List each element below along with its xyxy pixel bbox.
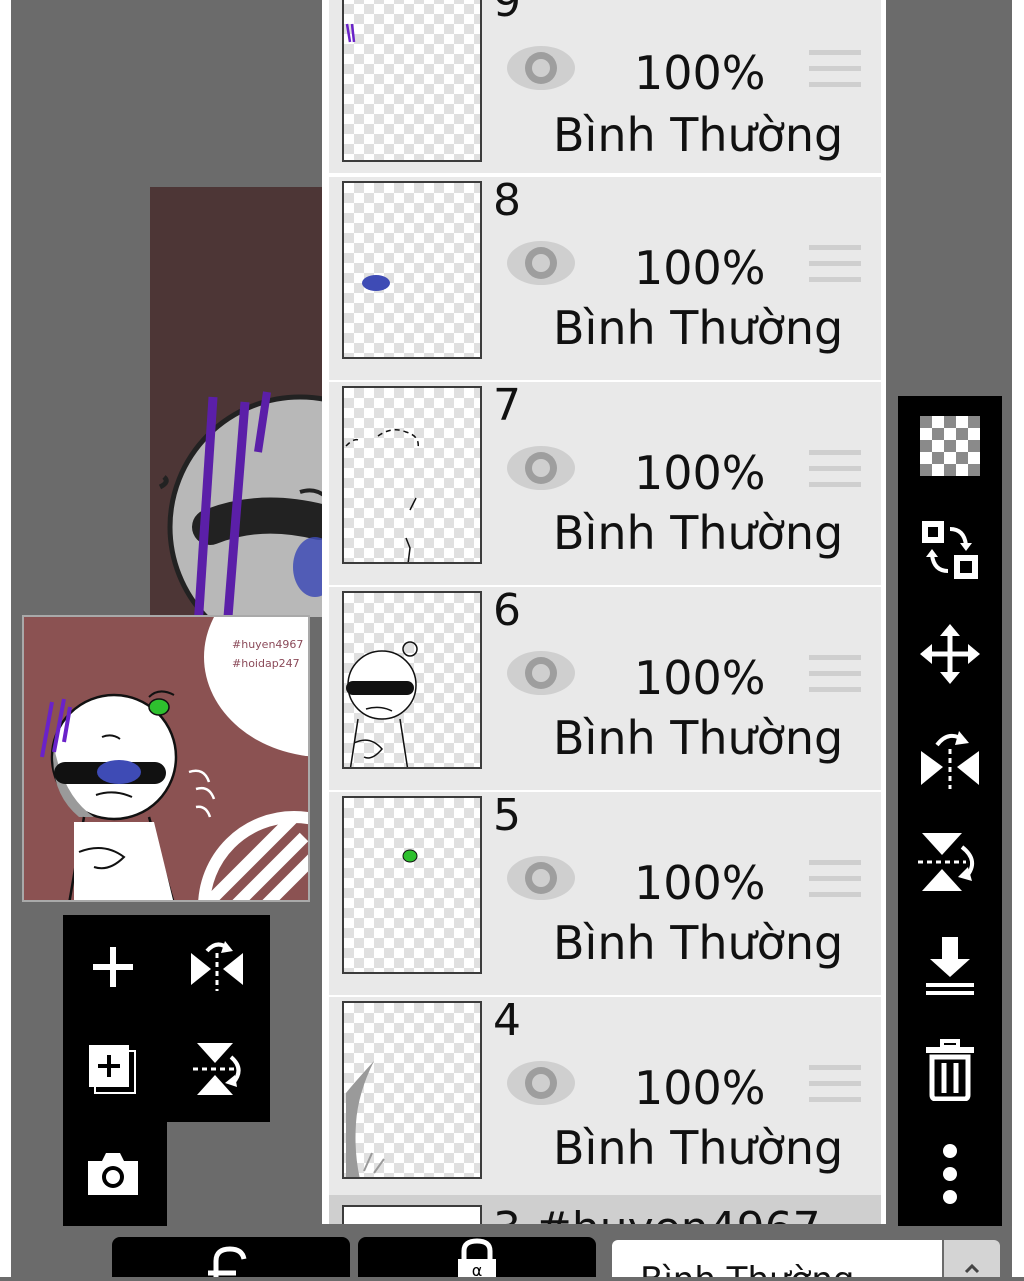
- layer-4-content: [346, 1061, 385, 1177]
- layer-thumbnail-9[interactable]: [342, 0, 482, 162]
- flip-layer-vertical-button[interactable]: [187, 1039, 247, 1099]
- preview-tag-1: #huyen4967: [232, 638, 304, 651]
- delete-layer-button[interactable]: [916, 1036, 984, 1104]
- layer-row-3-partial[interactable]: 3 #huyen4967: [329, 1195, 881, 1224]
- layer-blend-mode[interactable]: Bình Thường: [553, 920, 843, 966]
- layer-8-content: [362, 275, 390, 291]
- layer-blend-mode[interactable]: Bình Thường: [553, 510, 843, 556]
- screen-edge-right: [1012, 0, 1024, 1277]
- transparency-button[interactable]: [916, 412, 984, 480]
- drag-handle-icon[interactable]: [809, 1063, 861, 1105]
- blend-mode-select[interactable]: Bình Thường: [612, 1240, 942, 1277]
- layer-thumbnail-5[interactable]: [342, 796, 482, 974]
- flip-horizontal-button[interactable]: [916, 724, 984, 792]
- layer-row-5[interactable]: 5 100% Bình Thường: [329, 792, 881, 995]
- layer-actions-toolbar: [63, 915, 270, 1122]
- flip-layer-horizontal-button[interactable]: [187, 937, 247, 997]
- layer-number: 8: [493, 175, 521, 226]
- add-layer-button[interactable]: [83, 937, 143, 997]
- camera-icon: [88, 1153, 138, 1195]
- clipping-icon: [208, 1246, 247, 1277]
- reference-preview[interactable]: #huyen4967 #hoidap247: [22, 615, 310, 902]
- flip-vertical-button[interactable]: [916, 828, 984, 896]
- screen-edge-left: [0, 0, 11, 1277]
- eye-icon[interactable]: [505, 649, 577, 697]
- layer-3-label: 3 #huyen4967: [493, 1207, 821, 1225]
- swap-layer-icon: [922, 521, 978, 579]
- blend-mode-value: Bình Thường: [640, 1260, 854, 1277]
- layer-opacity[interactable]: 100%: [634, 860, 766, 906]
- blend-mode-dropdown-button[interactable]: [944, 1240, 1000, 1277]
- plus-icon: [93, 947, 133, 987]
- flip-horizontal-icon: [191, 941, 243, 991]
- eye-icon[interactable]: [505, 44, 577, 92]
- merge-down-icon: [926, 937, 974, 995]
- layer-thumbnail-3[interactable]: [342, 1205, 482, 1224]
- layer-row-7[interactable]: 7 100% Bình Thường: [329, 382, 881, 585]
- more-icon: [943, 1144, 957, 1204]
- drag-handle-icon[interactable]: [809, 653, 861, 695]
- layer-thumbnail-4[interactable]: [342, 1001, 482, 1179]
- drag-handle-icon[interactable]: [809, 243, 861, 285]
- swap-layer-button[interactable]: [916, 516, 984, 584]
- clipping-button[interactable]: [112, 1237, 350, 1277]
- canvas-artwork[interactable]: [150, 187, 326, 617]
- flip-vertical-icon: [918, 833, 974, 891]
- layer-number: 6: [493, 585, 521, 636]
- layer-opacity[interactable]: 100%: [634, 245, 766, 291]
- flip-horizontal-icon: [921, 731, 979, 789]
- layer-row-8[interactable]: 8 100% Bình Thường: [329, 177, 881, 380]
- layer-tools-toolbar: [898, 396, 1002, 1226]
- layer-opacity[interactable]: 100%: [634, 450, 766, 496]
- lock-icon: α: [458, 1238, 496, 1280]
- layer-9-content: [345, 23, 356, 43]
- layer-blend-mode[interactable]: Bình Thường: [553, 1125, 843, 1171]
- drag-handle-icon[interactable]: [809, 48, 861, 90]
- layer-opacity[interactable]: 100%: [634, 655, 766, 701]
- layer-number: 7: [493, 380, 521, 431]
- merge-down-button[interactable]: [916, 932, 984, 1000]
- duplicate-layer-icon: [89, 1045, 136, 1094]
- import-photo-button[interactable]: [83, 1144, 143, 1204]
- layer-row-4[interactable]: 4 100% Bình Thường: [329, 997, 881, 1200]
- layer-number: 9: [493, 0, 521, 27]
- layer-row-9[interactable]: 9 100% Bình Thường: [329, 0, 881, 173]
- layer-opacity[interactable]: 100%: [634, 50, 766, 96]
- trash-icon: [926, 1039, 974, 1101]
- lock-alpha-button[interactable]: α: [358, 1237, 596, 1280]
- move-icon: [920, 624, 980, 684]
- eye-icon[interactable]: [505, 239, 577, 287]
- chevron-down-icon: [964, 1263, 980, 1274]
- layer-6-content: [346, 641, 418, 767]
- layer-number: 4: [493, 995, 521, 1046]
- layer-5-content: [402, 849, 418, 863]
- layer-blend-mode[interactable]: Bình Thường: [553, 715, 843, 761]
- layer-opacity[interactable]: 100%: [634, 1065, 766, 1111]
- move-button[interactable]: [916, 620, 984, 688]
- flip-vertical-icon: [193, 1043, 241, 1095]
- layer-panel[interactable]: 9 100% Bình Thường 8 100% Bình Thường 7 …: [322, 0, 886, 1224]
- more-options-button[interactable]: [916, 1140, 984, 1208]
- transparency-icon: [920, 416, 980, 476]
- layer-7-content: [345, 429, 419, 562]
- preview-tag-2: #hoidap247: [232, 657, 300, 670]
- layer-thumbnail-7[interactable]: [342, 386, 482, 564]
- eye-icon[interactable]: [505, 444, 577, 492]
- svg-text:α: α: [472, 1261, 483, 1277]
- layer-blend-mode[interactable]: Bình Thường: [553, 112, 843, 158]
- layer-number: 5: [493, 790, 521, 841]
- layer-thumbnail-6[interactable]: [342, 591, 482, 769]
- layer-row-6[interactable]: 6 100% Bình Thường: [329, 587, 881, 790]
- eye-icon[interactable]: [505, 1059, 577, 1107]
- drag-handle-icon[interactable]: [809, 448, 861, 490]
- layer-blend-mode[interactable]: Bình Thường: [553, 305, 843, 351]
- layer-actions-toolbar-extension: [63, 1120, 167, 1226]
- eye-icon[interactable]: [505, 854, 577, 902]
- duplicate-layer-button[interactable]: [83, 1039, 143, 1099]
- layer-thumbnail-8[interactable]: [342, 181, 482, 359]
- drag-handle-icon[interactable]: [809, 858, 861, 900]
